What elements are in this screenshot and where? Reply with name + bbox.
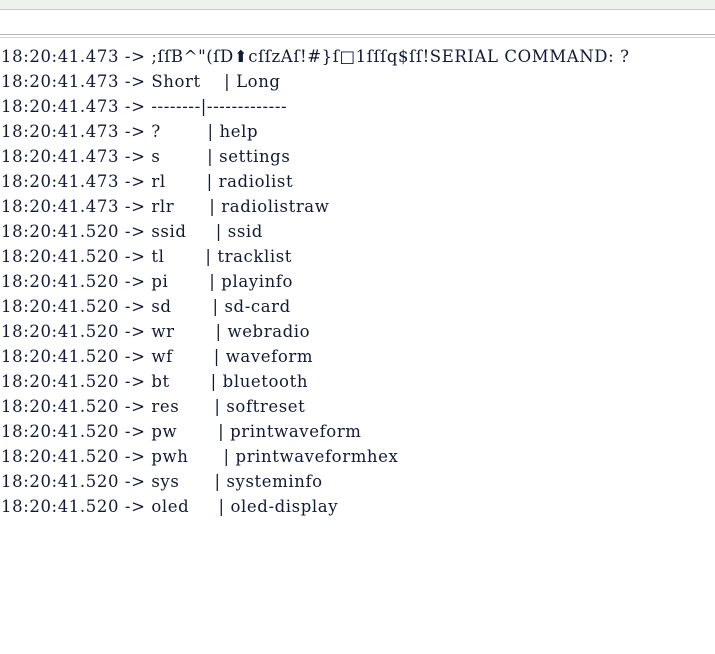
line-timestamp: 18:20:41.520	[1, 347, 120, 366]
line-message: sd | sd-card	[151, 297, 291, 316]
line-timestamp: 18:20:41.520	[1, 422, 120, 441]
console-line: 18:20:41.520 -> pi | playinfo	[0, 269, 715, 294]
line-arrow: ->	[119, 447, 152, 466]
line-message: ssid | ssid	[151, 222, 263, 241]
line-arrow: ->	[119, 397, 152, 416]
line-message: Short | Long	[151, 72, 281, 91]
console-line: 18:20:41.520 -> pw | printwaveform	[0, 419, 715, 444]
console-line: 18:20:41.520 -> wf | waveform	[0, 344, 715, 369]
serial-monitor-toolbar[interactable]	[0, 10, 715, 34]
line-timestamp: 18:20:41.520	[1, 447, 120, 466]
line-arrow: ->	[119, 372, 152, 391]
line-timestamp: 18:20:41.520	[1, 272, 120, 291]
line-arrow: ->	[119, 47, 152, 66]
line-message: bt | bluetooth	[151, 372, 309, 391]
line-arrow: ->	[119, 222, 152, 241]
line-timestamp: 18:20:41.520	[1, 247, 120, 266]
line-arrow: ->	[119, 497, 152, 516]
line-message: ? | help	[151, 122, 259, 141]
line-timestamp: 18:20:41.473	[1, 197, 120, 216]
console-line: 18:20:41.473 -> rlr | radiolistraw	[0, 194, 715, 219]
line-message: --------|-------------	[151, 97, 288, 116]
line-timestamp: 18:20:41.473	[1, 97, 120, 116]
line-arrow: ->	[119, 122, 152, 141]
console-line: 18:20:41.520 -> pwh | printwaveformhex	[0, 444, 715, 469]
line-arrow: ->	[119, 272, 152, 291]
line-arrow: ->	[119, 472, 152, 491]
line-arrow: ->	[119, 247, 152, 266]
line-message: ;ſſB^"(ſD⬆cſſzAſ!#}ſ□1ſſſq$ſſ!SERIAL COM…	[151, 47, 630, 66]
serial-monitor-window: 18:20:41.473 -> ;ſſB^"(ſD⬆cſſzAſ!#}ſ□1ſſ…	[0, 0, 715, 654]
line-timestamp: 18:20:41.520	[1, 222, 120, 241]
line-message: pw | printwaveform	[151, 422, 362, 441]
line-message: tl | tracklist	[151, 247, 293, 266]
line-timestamp: 18:20:41.473	[1, 47, 120, 66]
line-timestamp: 18:20:41.520	[1, 497, 120, 516]
console-line: 18:20:41.473 -> ;ſſB^"(ſD⬆cſſzAſ!#}ſ□1ſſ…	[0, 44, 715, 69]
line-timestamp: 18:20:41.520	[1, 322, 120, 341]
window-top-band	[0, 0, 715, 10]
line-message: pi | playinfo	[151, 272, 294, 291]
line-arrow: ->	[119, 197, 152, 216]
line-message: rl | radiolist	[151, 172, 294, 191]
console-line: 18:20:41.520 -> sys | systeminfo	[0, 469, 715, 494]
console-line: 18:20:41.520 -> tl | tracklist	[0, 244, 715, 269]
line-message: s | settings	[151, 147, 291, 166]
line-timestamp: 18:20:41.473	[1, 122, 120, 141]
line-timestamp: 18:20:41.520	[1, 397, 120, 416]
line-message: wf | waveform	[151, 347, 314, 366]
line-arrow: ->	[119, 322, 152, 341]
line-arrow: ->	[119, 297, 152, 316]
line-message: wr | webradio	[151, 322, 311, 341]
line-arrow: ->	[119, 72, 152, 91]
console-line: 18:20:41.520 -> res | softreset	[0, 394, 715, 419]
console-line: 18:20:41.473 -> Short | Long	[0, 69, 715, 94]
line-arrow: ->	[119, 422, 152, 441]
line-arrow: ->	[119, 347, 152, 366]
console-line: 18:20:41.520 -> ssid | ssid	[0, 219, 715, 244]
console-line: 18:20:41.473 -> ? | help	[0, 119, 715, 144]
line-arrow: ->	[119, 172, 152, 191]
line-arrow: ->	[119, 147, 152, 166]
console-output[interactable]: 18:20:41.473 -> ;ſſB^"(ſD⬆cſſzAſ!#}ſ□1ſſ…	[0, 38, 715, 654]
line-timestamp: 18:20:41.473	[1, 172, 120, 191]
line-message: sys | systeminfo	[151, 472, 323, 491]
line-message: res | softreset	[151, 397, 306, 416]
console-line: 18:20:41.473 -> rl | radiolist	[0, 169, 715, 194]
console-line: 18:20:41.473 -> s | settings	[0, 144, 715, 169]
console-line: 18:20:41.520 -> bt | bluetooth	[0, 369, 715, 394]
line-message: oled | oled-display	[151, 497, 339, 516]
line-message: pwh | printwaveformhex	[151, 447, 399, 466]
console-line: 18:20:41.520 -> wr | webradio	[0, 319, 715, 344]
line-timestamp: 18:20:41.520	[1, 472, 120, 491]
console-line: 18:20:41.520 -> oled | oled-display	[0, 494, 715, 519]
line-arrow: ->	[119, 97, 152, 116]
line-timestamp: 18:20:41.473	[1, 72, 120, 91]
line-timestamp: 18:20:41.473	[1, 147, 120, 166]
line-timestamp: 18:20:41.520	[1, 372, 120, 391]
line-message: rlr | radiolistraw	[151, 197, 330, 216]
line-timestamp: 18:20:41.520	[1, 297, 120, 316]
console-line: 18:20:41.473 -> --------|-------------	[0, 94, 715, 119]
console-line: 18:20:41.520 -> sd | sd-card	[0, 294, 715, 319]
